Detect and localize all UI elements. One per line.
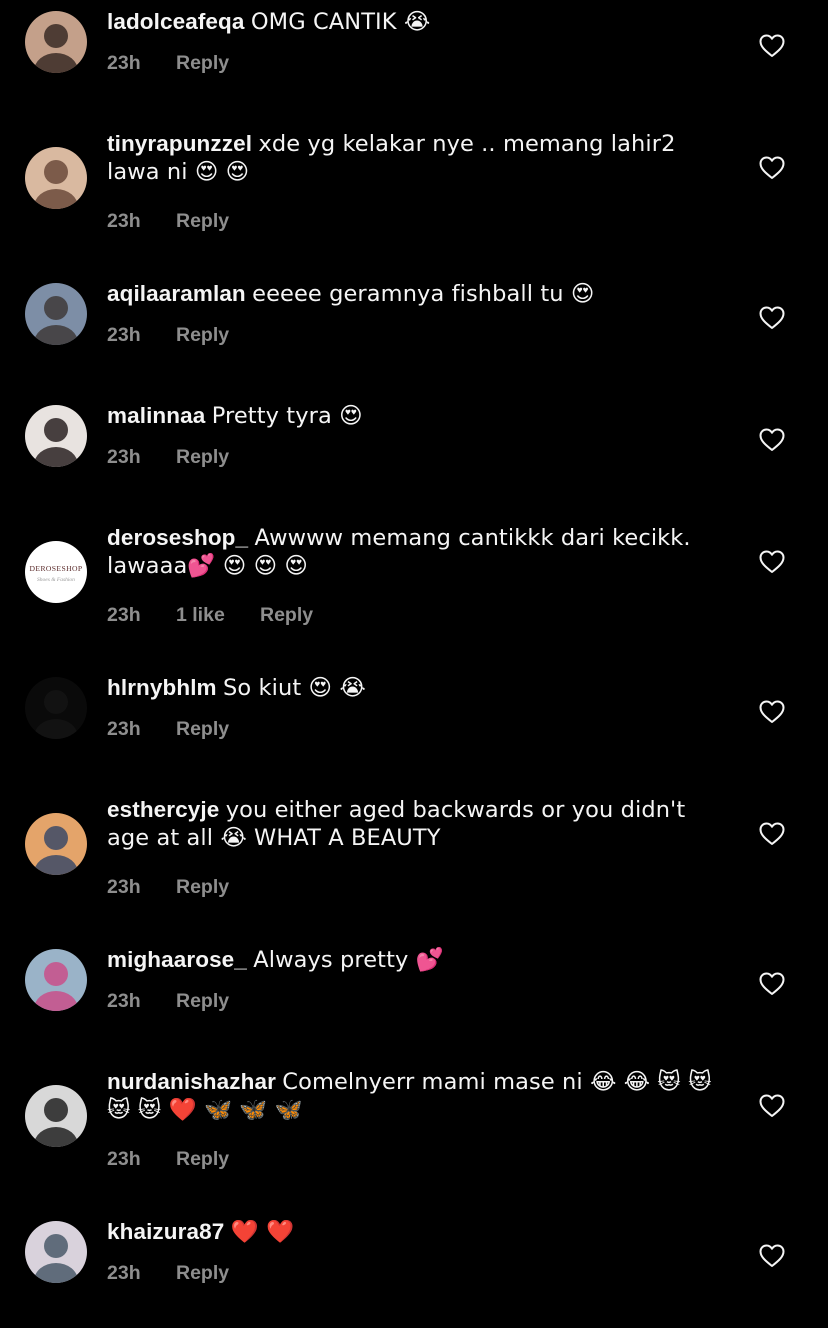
like-heart-icon[interactable] [759, 972, 785, 996]
comment-item: mighaarose_ Always pretty 💕 23h Reply [0, 946, 828, 1056]
comment-meta: 23h Reply [107, 1146, 229, 1172]
comment-username[interactable]: nurdanishazhar [107, 1069, 276, 1094]
comment-item: DEROSESHOP Shoes & Fashion deroseshop_ Aww… [0, 524, 828, 634]
reply-button[interactable]: Reply [176, 208, 229, 234]
avatar[interactable] [25, 11, 87, 73]
comment-username[interactable]: esthercyje [107, 797, 219, 822]
comment-timestamp: 23h [107, 604, 141, 626]
comment-meta: 23h Reply [107, 988, 229, 1014]
like-heart-icon[interactable] [759, 1094, 785, 1118]
comment-item: khaizura87 ❤️ ❤️ 23h Reply [0, 1218, 828, 1328]
comment-text: aqilaaramlan eeeee geramnya fishball tu … [107, 280, 727, 308]
avatar[interactable] [25, 147, 87, 209]
like-heart-icon[interactable] [759, 34, 785, 58]
comment-username[interactable]: mighaarose_ [107, 947, 247, 972]
comment-meta: 23h Reply [107, 322, 229, 348]
comment-body: eeeee geramnya fishball tu 😍 [252, 281, 595, 307]
like-heart-icon[interactable] [759, 822, 785, 846]
comment-timestamp: 23h [107, 210, 141, 232]
comment-timestamp: 23h [107, 324, 141, 346]
comment-item: aqilaaramlan eeeee geramnya fishball tu … [0, 280, 828, 390]
comment-username[interactable]: malinnaa [107, 403, 205, 428]
comment-timestamp: 23h [107, 876, 141, 898]
like-heart-icon[interactable] [759, 428, 785, 452]
comment-body: Pretty tyra 😍 [211, 403, 363, 429]
avatar[interactable] [25, 813, 87, 875]
comments-list: ladolceafeqa OMG CANTIK 😭 23h Reply tinyrap… [0, 0, 828, 1307]
avatar[interactable]: DEROSESHOP Shoes & Fashion [25, 541, 87, 603]
avatar[interactable] [25, 405, 87, 467]
reply-button[interactable]: Reply [176, 1260, 229, 1286]
avatar[interactable] [25, 677, 87, 739]
like-heart-icon[interactable] [759, 550, 785, 574]
comment-username[interactable]: tinyrapunzzel [107, 131, 252, 156]
comment-body: OMG CANTIK 😭 [250, 9, 431, 35]
reply-button[interactable]: Reply [176, 322, 229, 348]
comment-username[interactable]: aqilaaramlan [107, 281, 246, 306]
reply-button[interactable]: Reply [176, 50, 229, 76]
comment-body: So kiut 😍 😭 [223, 675, 366, 701]
comment-username[interactable]: khaizura87 [107, 1219, 224, 1244]
reply-button[interactable]: Reply [176, 716, 229, 742]
avatar-logo-text: DEROSESHOP [30, 564, 83, 573]
comment-body: ❤️ ❤️ [230, 1219, 295, 1245]
comment-body: Always pretty 💕 [253, 947, 444, 973]
comment-meta: 23h Reply [107, 1260, 229, 1286]
comment-text: hlrnybhlm So kiut 😍 😭 [107, 674, 727, 702]
comment-timestamp: 23h [107, 52, 141, 74]
comment-timestamp: 23h [107, 990, 141, 1012]
like-heart-icon[interactable] [759, 156, 785, 180]
comment-timestamp: 23h [107, 446, 141, 468]
avatar[interactable] [25, 1085, 87, 1147]
comment-text: esthercyje you either aged backwards or … [107, 796, 727, 852]
reply-button[interactable]: Reply [176, 1146, 229, 1172]
comment-timestamp: 23h [107, 1262, 141, 1284]
comment-meta: 23h Reply [107, 874, 229, 900]
comment-meta: 23h Reply [107, 50, 229, 76]
comment-meta: 23h Reply [107, 716, 229, 742]
comment-text: mighaarose_ Always pretty 💕 [107, 946, 727, 974]
comment-username[interactable]: deroseshop_ [107, 525, 248, 550]
avatar[interactable] [25, 949, 87, 1011]
reply-button[interactable]: Reply [176, 988, 229, 1014]
comment-username[interactable]: hlrnybhlm [107, 675, 217, 700]
comment-timestamp: 23h [107, 1148, 141, 1170]
comment-timestamp: 23h [107, 718, 141, 740]
comment-meta: 23h Reply [107, 208, 229, 234]
comment-likes-count[interactable]: 1 like [176, 602, 260, 628]
reply-button[interactable]: Reply [260, 602, 313, 628]
like-heart-icon[interactable] [759, 700, 785, 724]
comment-item: malinnaa Pretty tyra 😍 23h Reply [0, 402, 828, 512]
like-heart-icon[interactable] [759, 306, 785, 330]
comment-item: tinyrapunzzel xde yg kelakar nye .. mema… [0, 130, 828, 240]
comment-username[interactable]: ladolceafeqa [107, 9, 245, 34]
comment-text: nurdanishazhar Comelnyerr mami mase ni 😂… [107, 1068, 727, 1124]
comment-text: deroseshop_ Awwww memang cantikkk dari k… [107, 524, 727, 580]
comment-text: ladolceafeqa OMG CANTIK 😭 [107, 8, 727, 36]
like-heart-icon[interactable] [759, 1244, 785, 1268]
comment-text: tinyrapunzzel xde yg kelakar nye .. mema… [107, 130, 727, 186]
comment-meta: 23h Reply [107, 444, 229, 470]
comment-item: hlrnybhlm So kiut 😍 😭 23h Reply [0, 674, 828, 784]
comment-meta: 23h 1 like Reply [107, 602, 313, 628]
comment-item: esthercyje you either aged backwards or … [0, 796, 828, 906]
avatar[interactable] [25, 283, 87, 345]
avatar[interactable] [25, 1221, 87, 1283]
comment-item: ladolceafeqa OMG CANTIK 😭 23h Reply [0, 8, 828, 118]
comment-item: nurdanishazhar Comelnyerr mami mase ni 😂… [0, 1068, 828, 1178]
svg-text:Shoes & Fashion: Shoes & Fashion [37, 577, 75, 583]
reply-button[interactable]: Reply [176, 874, 229, 900]
reply-button[interactable]: Reply [176, 444, 229, 470]
comment-text: khaizura87 ❤️ ❤️ [107, 1218, 727, 1246]
comment-text: malinnaa Pretty tyra 😍 [107, 402, 727, 430]
